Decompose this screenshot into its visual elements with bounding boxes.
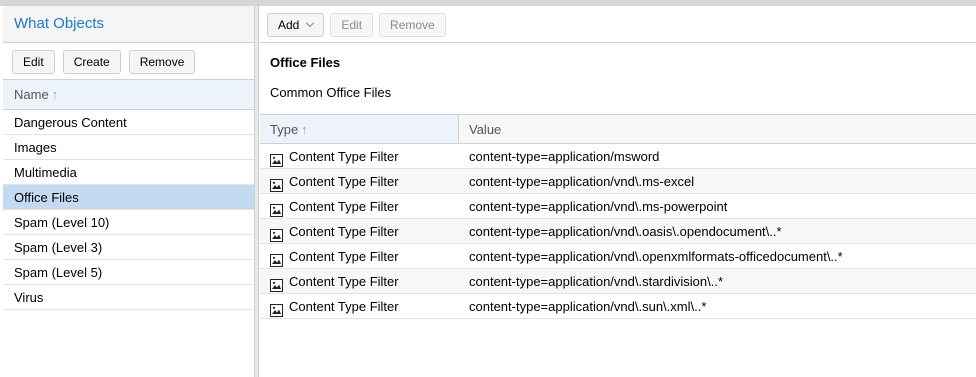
table-row[interactable]: Content Type Filter content-type=applicat… [260,244,976,269]
value-column-header[interactable]: Value [459,115,976,143]
what-objects-panel: What Objects Edit Create Remove Name ↑ Da… [3,6,255,377]
value-cell: content-type=application/msword [469,149,660,164]
image-file-icon [270,225,283,242]
list-item[interactable]: Spam (Level 3) [3,235,254,260]
type-cell: Content Type Filter [260,194,459,218]
type-cell: Content Type Filter [260,219,459,243]
table-row[interactable]: Content Type Filter content-type=applicat… [260,294,976,319]
value-cell: content-type=application/vnd\.openxmlfor… [469,249,843,264]
table-row[interactable]: Content Type Filter content-type=applicat… [260,269,976,294]
table-row[interactable]: Content Type Filter content-type=applicat… [260,169,976,194]
image-file-icon [270,200,283,217]
type-cell: Content Type Filter [260,244,459,268]
type-column-header[interactable]: Type ↑ [260,115,459,143]
type-text: Content Type Filter [289,198,399,214]
chevron-down-icon [306,18,315,28]
image-file-icon [270,250,283,267]
group-name: Office Files [270,55,341,70]
panel-splitter[interactable] [255,6,259,377]
value-cell: content-type=application/vnd\.sun\.xml\.… [469,299,707,314]
list-item[interactable]: Multimedia [3,160,254,185]
list-item[interactable]: Office Files [3,185,254,210]
filter-grid: Content Type Filter content-type=applicat… [260,144,976,319]
arrow-up-icon: ↑ [51,87,59,102]
value-cell: content-type=application/vnd\.oasis\.ope… [469,224,782,239]
type-cell: Content Type Filter [260,269,459,293]
image-file-icon [270,275,283,292]
type-cell: Content Type Filter [260,144,459,168]
type-text: Content Type Filter [289,273,399,289]
table-row[interactable]: Content Type Filter content-type=applicat… [260,194,976,219]
type-column-label: Type [270,122,299,137]
table-row[interactable]: Content Type Filter content-type=applicat… [260,144,976,169]
list-item[interactable]: Spam (Level 5) [3,260,254,285]
remove-filter-button[interactable]: Remove [379,13,446,37]
object-detail-panel: Add Edit Remove Office Files Common Offi… [260,6,976,377]
list-item[interactable]: Spam (Level 10) [3,210,254,235]
type-text: Content Type Filter [289,223,399,239]
edit-button[interactable]: Edit [12,50,55,74]
list-item[interactable]: Dangerous Content [3,110,254,135]
grid-header: Type ↑ Value [260,114,976,144]
type-text: Content Type Filter [289,173,399,189]
table-row[interactable]: Content Type Filter content-type=applicat… [260,219,976,244]
type-text: Content Type Filter [289,248,399,264]
value-cell: content-type=application/vnd\.stardivisi… [469,274,724,289]
remove-button[interactable]: Remove [128,50,196,74]
name-column-label: Name [14,87,49,102]
right-toolbar: Add Edit Remove [260,6,976,43]
group-description: Common Office Files [270,85,392,100]
arrow-up-icon: ↑ [301,122,308,137]
edit-filter-button[interactable]: Edit [330,13,374,37]
list-item[interactable]: Images [3,135,254,160]
type-text: Content Type Filter [289,298,399,314]
name-column-header[interactable]: Name ↑ [3,80,254,110]
object-list: Dangerous Content Images Multimedia Office … [3,110,254,310]
type-text: Content Type Filter [289,148,399,164]
panel-title: What Objects [3,6,254,43]
value-cell: content-type=application/vnd\.ms-powerpo… [469,199,728,214]
image-file-icon [270,150,283,167]
type-cell: Content Type Filter [260,294,459,318]
type-cell: Content Type Filter [260,169,459,193]
list-item[interactable]: Virus [3,285,254,310]
add-button-label: Add [278,18,300,32]
value-cell: content-type=application/vnd\.ms-excel [469,174,695,189]
image-file-icon [270,300,283,317]
add-dropdown-button[interactable]: Add [267,13,325,37]
image-file-icon [270,175,283,192]
left-toolbar: Edit Create Remove [3,43,254,80]
create-button[interactable]: Create [62,50,121,74]
